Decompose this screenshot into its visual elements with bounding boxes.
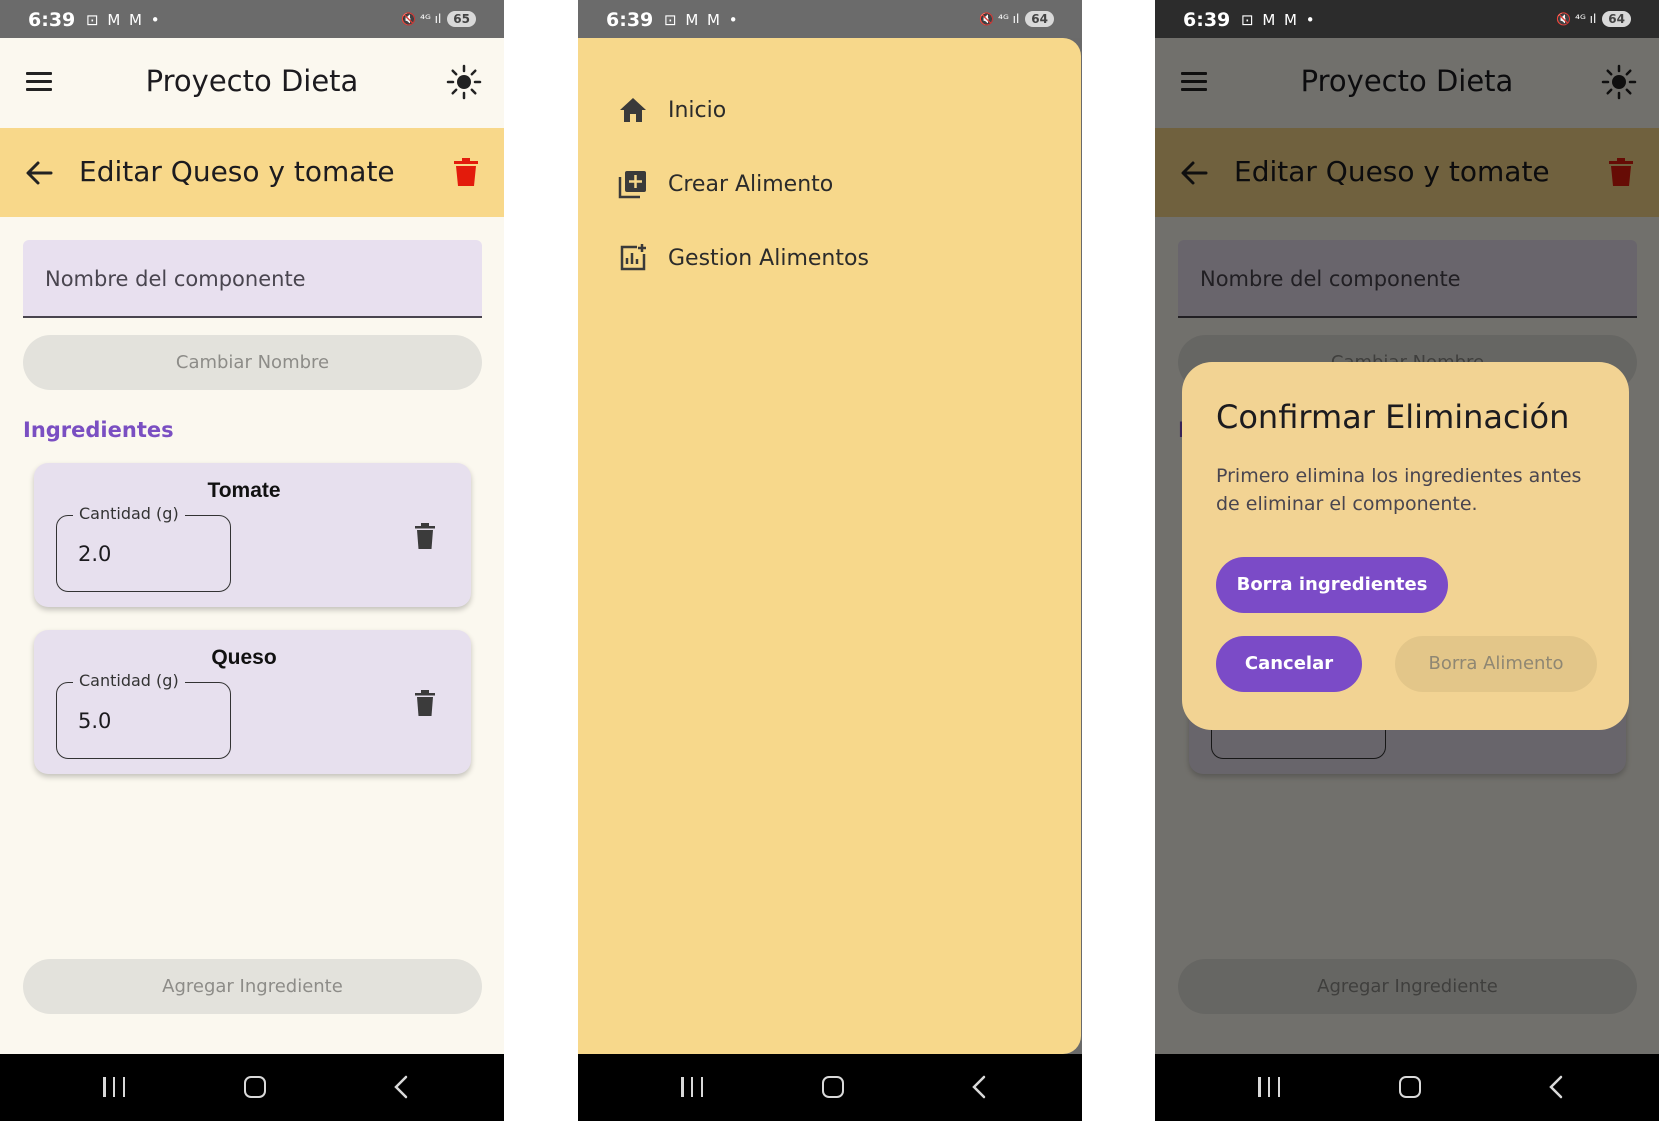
back-nav-icon[interactable] xyxy=(1545,1075,1569,1099)
quantity-input[interactable]: Cantidad (g) 5.0 xyxy=(56,671,231,759)
drawer-item-label: Inicio xyxy=(668,97,727,123)
cancel-button[interactable]: Cancelar xyxy=(1216,636,1362,692)
dialog-title: Confirmar Eliminación xyxy=(1216,398,1570,436)
quantity-label: Cantidad (g) xyxy=(73,671,185,690)
component-name-placeholder: Nombre del componente xyxy=(45,267,306,291)
drawer-item-inicio[interactable]: Inicio xyxy=(618,90,726,130)
ingredient-name: Tomate xyxy=(207,479,281,502)
dialog-message: Primero elimina los ingredientes antes d… xyxy=(1216,465,1582,515)
recent-apps-icon[interactable] xyxy=(103,1077,125,1097)
ingredient-name: Queso xyxy=(211,646,277,669)
edit-title: Editar Queso y tomate xyxy=(79,155,395,188)
quantity-value: 5.0 xyxy=(78,709,112,733)
phone-screen-dialog: 6:39 ⊡ M M • 🔇 ⁴ᴳ ıl 64 Proyecto Dieta E… xyxy=(1155,0,1659,1121)
system-icons: 🔇 ⁴ᴳ ıl 64 xyxy=(979,11,1054,27)
delete-icon[interactable] xyxy=(454,158,478,186)
home-nav-icon[interactable] xyxy=(822,1076,844,1098)
back-nav-icon[interactable] xyxy=(390,1075,414,1099)
drawer-item-gestion-alimentos[interactable]: Gestion Alimentos xyxy=(618,238,869,278)
status-bar: 6:39 ⊡ M M • 🔇 ⁴ᴳ ıl 65 xyxy=(0,0,504,38)
back-nav-icon[interactable] xyxy=(968,1075,992,1099)
edit-header: Editar Queso y tomate xyxy=(0,128,504,217)
home-nav-icon[interactable] xyxy=(1399,1076,1421,1098)
app-title: Proyecto Dieta xyxy=(145,64,359,98)
battery-icon: 64 xyxy=(1602,11,1631,27)
status-bar: 6:39 ⊡ M M • 🔇 ⁴ᴳ ıl 64 xyxy=(1155,0,1659,38)
recent-apps-icon[interactable] xyxy=(681,1077,703,1097)
signal-icons: 🔇 ⁴ᴳ ıl xyxy=(401,12,442,26)
status-time: 6:39 xyxy=(1183,9,1231,31)
chart-add-icon xyxy=(620,244,646,271)
home-nav-icon[interactable] xyxy=(244,1076,266,1098)
system-icons: 🔇 ⁴ᴳ ıl 65 xyxy=(401,11,476,27)
add-box-icon xyxy=(618,171,646,199)
theme-toggle-icon[interactable] xyxy=(446,64,482,100)
status-time: 6:39 xyxy=(606,9,654,31)
back-arrow-icon[interactable] xyxy=(24,158,54,188)
notification-icons: ⊡ M M • xyxy=(1241,11,1317,29)
battery-icon: 64 xyxy=(1025,11,1054,27)
drawer-item-crear-alimento[interactable]: Crear Alimento xyxy=(618,164,833,204)
system-icons: 🔇 ⁴ᴳ ıl 64 xyxy=(1556,11,1631,27)
add-ingredient-button[interactable]: Agregar Ingrediente xyxy=(23,959,482,1014)
navigation-drawer: Inicio Crear Alimento Gestion Alimentos xyxy=(578,38,1081,1054)
app-bar: Proyecto Dieta xyxy=(0,38,504,128)
drawer-item-label: Crear Alimento xyxy=(668,171,834,197)
delete-food-button[interactable]: Borra Alimento xyxy=(1395,636,1597,692)
delete-ingredient-icon[interactable] xyxy=(415,523,435,549)
quantity-value: 2.0 xyxy=(78,542,112,566)
component-name-input[interactable]: Nombre del componente xyxy=(23,240,482,318)
quantity-input[interactable]: Cantidad (g) 2.0 xyxy=(56,504,231,592)
phone-screen-drawer: 6:39 ⊡ M M • 🔇 ⁴ᴳ ıl 64 Inicio Crear Ali… xyxy=(578,0,1082,1121)
ingredients-heading: Ingredientes xyxy=(23,418,174,442)
home-icon xyxy=(620,98,646,122)
ingredient-card: Tomate Cantidad (g) 2.0 xyxy=(34,463,471,607)
phone-screen-edit: 6:39 ⊡ M M • 🔇 ⁴ᴳ ıl 65 Proyecto Dieta E… xyxy=(0,0,504,1121)
navigation-bar xyxy=(578,1054,1082,1121)
quantity-label: Cantidad (g) xyxy=(73,504,185,523)
notification-icons: ⊡ M M • xyxy=(86,11,162,29)
status-time: 6:39 xyxy=(28,9,76,31)
status-bar: 6:39 ⊡ M M • 🔇 ⁴ᴳ ıl 64 xyxy=(578,0,1082,38)
navigation-bar xyxy=(0,1054,504,1121)
battery-icon: 65 xyxy=(447,11,476,27)
delete-ingredients-button[interactable]: Borra ingredientes xyxy=(1216,557,1448,613)
delete-ingredient-icon[interactable] xyxy=(415,690,435,716)
confirm-delete-dialog: Confirmar Eliminación Primero elimina lo… xyxy=(1182,362,1629,730)
signal-icons: 🔇 ⁴ᴳ ıl xyxy=(979,12,1020,26)
ingredient-card: Queso Cantidad (g) 5.0 xyxy=(34,630,471,774)
rename-button[interactable]: Cambiar Nombre xyxy=(23,335,482,390)
recent-apps-icon[interactable] xyxy=(1258,1077,1280,1097)
drawer-item-label: Gestion Alimentos xyxy=(668,245,869,271)
signal-icons: 🔇 ⁴ᴳ ıl xyxy=(1556,12,1597,26)
notification-icons: ⊡ M M • xyxy=(664,11,740,29)
navigation-bar xyxy=(1155,1054,1659,1121)
